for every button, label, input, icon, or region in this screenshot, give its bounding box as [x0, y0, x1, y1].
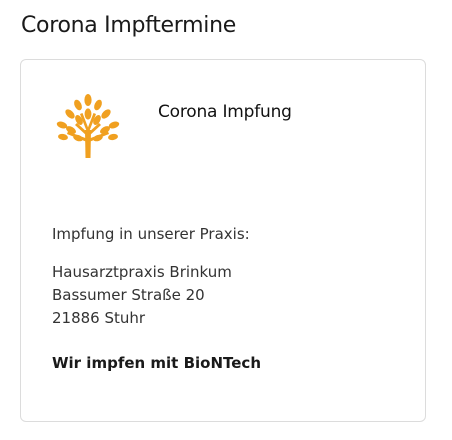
- page-title: Corona Impftermine: [21, 13, 236, 38]
- intro-text: Impfung in unserer Praxis:: [52, 225, 250, 243]
- appointment-card[interactable]: Corona Impfung Impfung in unserer Praxis…: [20, 59, 426, 422]
- tree-logo-icon: [56, 94, 120, 158]
- practice-name: Hausarztpraxis Brinkum: [52, 263, 232, 281]
- vaccine-note: Wir impfen mit BioNTech: [52, 354, 261, 372]
- practice-street: Bassumer Straße 20: [52, 286, 205, 304]
- practice-address: Hausarztpraxis Brinkum Bassumer Straße 2…: [52, 261, 232, 330]
- page: Corona Impftermine Corona Impfung Impfun…: [0, 0, 452, 440]
- card-title: Corona Impfung: [158, 102, 292, 122]
- practice-city: 21886 Stuhr: [52, 309, 146, 327]
